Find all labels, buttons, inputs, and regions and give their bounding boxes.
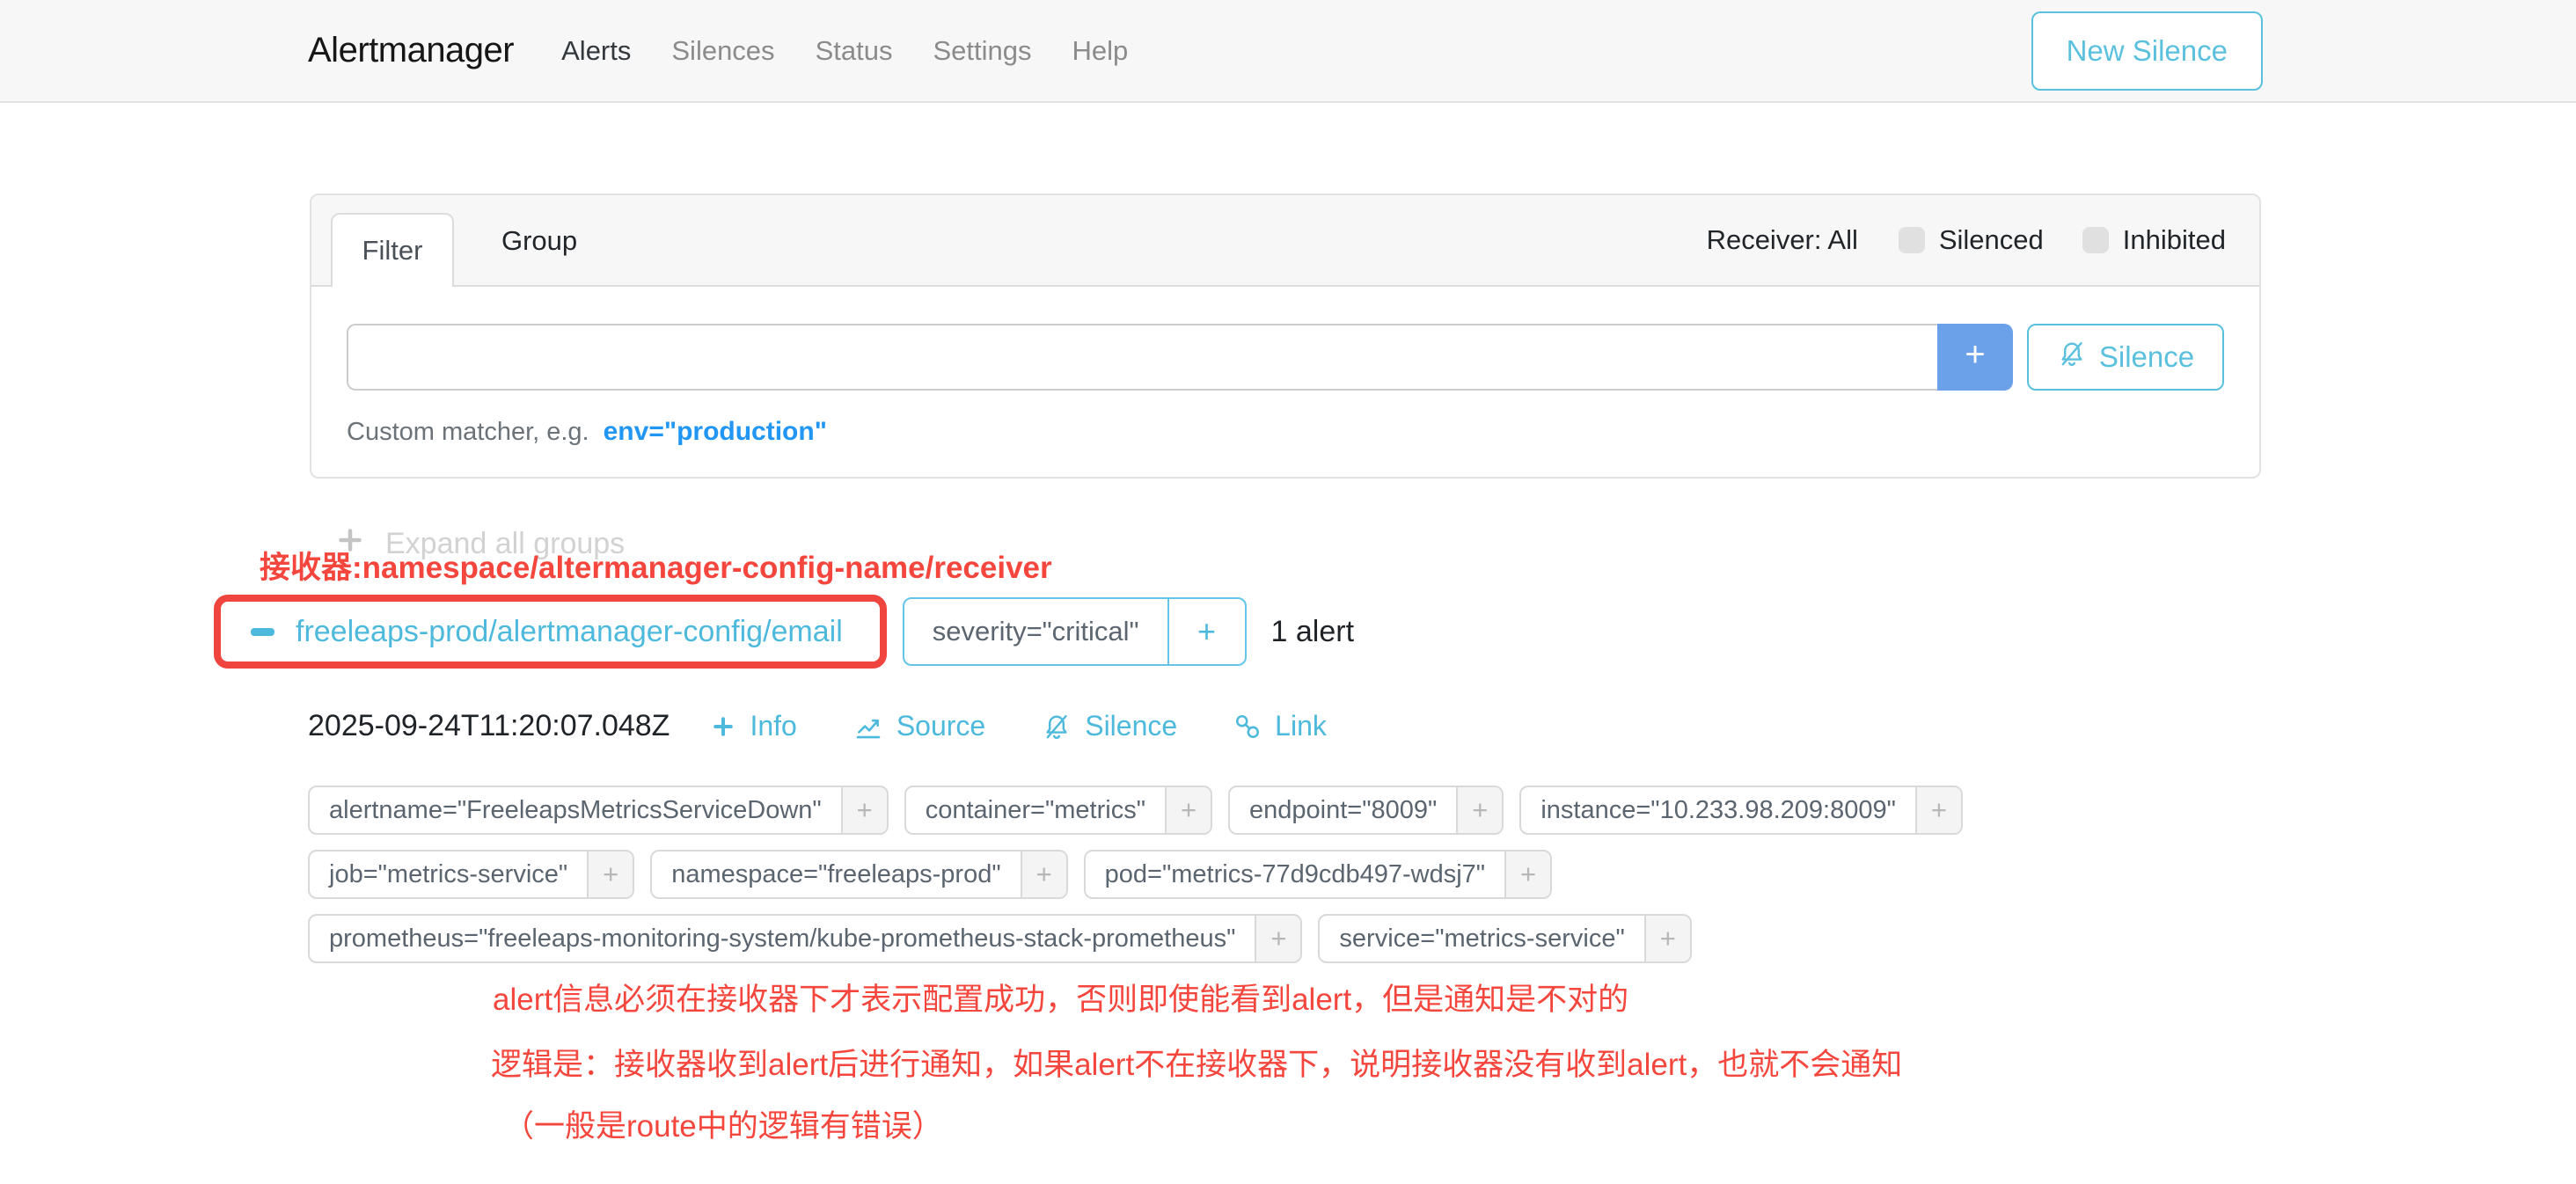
add-label-filter-button[interactable]: + xyxy=(1456,787,1502,833)
silence-filter-button[interactable]: Silence xyxy=(2027,324,2224,391)
alert-label-text: alertname="FreeleapsMetricsServiceDown" xyxy=(310,787,841,833)
alert-label-service: service="metrics-service" + xyxy=(1318,914,1691,963)
alert-label-endpoint: endpoint="8009" + xyxy=(1228,786,1504,835)
silenced-checkbox[interactable] xyxy=(1899,227,1925,253)
add-label-filter-button[interactable]: + xyxy=(1504,851,1550,897)
alert-label-prometheus: prometheus="freeleaps-monitoring-system/… xyxy=(308,914,1302,963)
alert-label-namespace: namespace="freeleaps-prod" + xyxy=(650,850,1067,899)
alert-label-container: container="metrics" + xyxy=(904,786,1212,835)
tab-filter[interactable]: Filter xyxy=(331,213,454,287)
alert-label-text: container="metrics" xyxy=(906,787,1165,833)
receiver-dropdown[interactable]: Receiver: All xyxy=(1707,224,1858,256)
chart-icon xyxy=(853,712,883,742)
alert-label-row: job="metrics-service" + namespace="freel… xyxy=(308,850,1963,899)
alert-label-text: prometheus="freeleaps-monitoring-system/… xyxy=(310,916,1255,961)
add-label-filter-button[interactable]: + xyxy=(1915,787,1961,833)
app-brand[interactable]: Alertmanager xyxy=(308,31,514,70)
bell-slash-icon xyxy=(2057,339,2087,376)
add-label-filter-button[interactable]: + xyxy=(1165,787,1211,833)
alert-label-instance: instance="10.233.98.209:8009" + xyxy=(1519,786,1963,835)
annotation-note-3: （一般是route中的逻辑有错误） xyxy=(503,1101,943,1146)
annotation-receiver-note: 接收器:namespace/altermanager-config-name/r… xyxy=(260,543,1052,588)
bell-slash-icon xyxy=(1042,712,1072,742)
alert-action-source-label: Source xyxy=(896,710,985,742)
alert-header-row: 2025-09-24T11:20:07.048Z Info Source xyxy=(308,709,1383,743)
matcher-input[interactable] xyxy=(347,324,1937,391)
silence-filter-label: Silence xyxy=(2099,340,2194,374)
add-label-filter-button[interactable]: + xyxy=(1255,916,1300,961)
link-icon xyxy=(1233,713,1262,741)
plus-icon xyxy=(710,713,736,740)
alert-label-text: job="metrics-service" xyxy=(310,851,587,897)
nav-item-help[interactable]: Help xyxy=(1072,35,1128,67)
tab-group[interactable]: Group xyxy=(484,195,595,287)
add-matcher-button[interactable]: + xyxy=(1937,324,2013,391)
new-silence-button[interactable]: New Silence xyxy=(2031,11,2263,91)
custom-matcher-hint: Custom matcher, e.g. xyxy=(347,418,589,447)
annotation-red-box: freeleaps-prod/alertmanager-config/email xyxy=(214,595,887,669)
alert-action-info[interactable]: Info xyxy=(710,710,796,742)
inhibited-checkbox-label[interactable]: Inhibited xyxy=(2123,224,2226,256)
alert-label-pod: pod="metrics-77d9cdb497-wdsj7" + xyxy=(1084,850,1552,899)
nav-item-settings[interactable]: Settings xyxy=(933,35,1031,67)
group-alert-count: 1 alert xyxy=(1271,615,1355,649)
alert-action-silence[interactable]: Silence xyxy=(1042,710,1177,742)
add-label-filter-button[interactable]: + xyxy=(1021,851,1066,897)
alert-label-text: service="metrics-service" xyxy=(1320,916,1643,961)
silenced-checkbox-label[interactable]: Silenced xyxy=(1939,224,2044,256)
alert-group-row: freeleaps-prod/alertmanager-config/email… xyxy=(214,595,1354,669)
alert-label-row: alertname="FreeleapsMetricsServiceDown" … xyxy=(308,786,1963,835)
filter-panel-header: Filter Group Receiver: All Silenced Inhi… xyxy=(311,195,2259,287)
filter-panel: Filter Group Receiver: All Silenced Inhi… xyxy=(310,194,2261,479)
annotation-note-1: alert信息必须在接收器下才表示配置成功，否则即使能看到alert，但是通知是… xyxy=(493,975,1628,1020)
collapse-minus-icon xyxy=(251,628,274,636)
alert-action-link-label: Link xyxy=(1275,710,1327,742)
inhibited-checkbox[interactable] xyxy=(2082,227,2109,253)
alert-label-text: endpoint="8009" xyxy=(1230,787,1456,833)
alert-timestamp: 2025-09-24T11:20:07.048Z xyxy=(308,709,670,743)
alert-label-text: namespace="freeleaps-prod" xyxy=(652,851,1020,897)
matcher-example-link[interactable]: env="production" xyxy=(604,417,827,447)
group-receiver-link[interactable]: freeleaps-prod/alertmanager-config/email xyxy=(296,615,843,649)
alert-label-job: job="metrics-service" + xyxy=(308,850,634,899)
group-matcher-severity[interactable]: severity="critical" xyxy=(904,599,1167,664)
alert-labels: alertname="FreeleapsMetricsServiceDown" … xyxy=(308,786,1963,963)
filter-header-controls: Receiver: All Silenced Inhibited xyxy=(1707,224,2226,256)
alert-action-link[interactable]: Link xyxy=(1233,710,1327,742)
annotation-note-2: 逻辑是：接收器收到alert后进行通知，如果alert不在接收器下，说明接收器没… xyxy=(491,1040,1902,1085)
add-label-filter-button[interactable]: + xyxy=(1644,916,1690,961)
group-matcher-buttons: severity="critical" + xyxy=(903,597,1247,666)
nav-item-status[interactable]: Status xyxy=(816,35,893,67)
alert-label-row: prometheus="freeleaps-monitoring-system/… xyxy=(308,914,1963,963)
top-navbar: Alertmanager Alerts Silences Status Sett… xyxy=(0,0,2576,103)
alert-action-silence-label: Silence xyxy=(1085,710,1177,742)
alert-label-alertname: alertname="FreeleapsMetricsServiceDown" … xyxy=(308,786,889,835)
nav-item-alerts[interactable]: Alerts xyxy=(561,35,631,67)
add-label-filter-button[interactable]: + xyxy=(841,787,887,833)
filter-panel-body: + Silence Custom matcher, e.g. env="prod… xyxy=(311,287,2259,447)
alert-label-text: pod="metrics-77d9cdb497-wdsj7" xyxy=(1086,851,1504,897)
nav-item-silences[interactable]: Silences xyxy=(671,35,774,67)
group-matcher-add-button[interactable]: + xyxy=(1169,599,1245,664)
alert-action-info-label: Info xyxy=(750,710,796,742)
add-label-filter-button[interactable]: + xyxy=(587,851,633,897)
alert-label-text: instance="10.233.98.209:8009" xyxy=(1521,787,1915,833)
alert-action-source[interactable]: Source xyxy=(853,710,985,742)
